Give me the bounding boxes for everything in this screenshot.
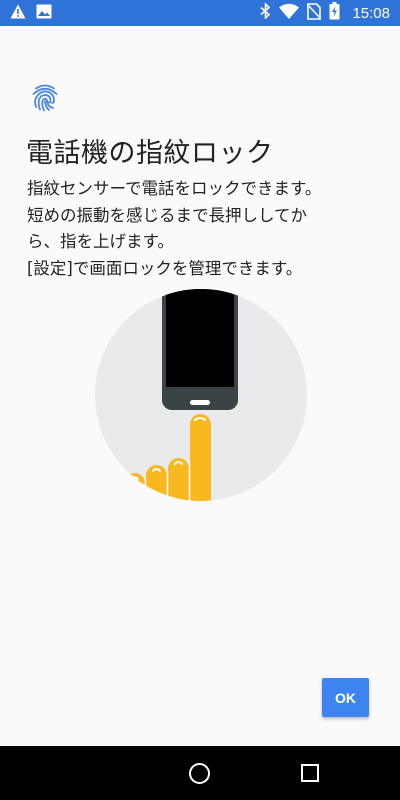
image-icon — [36, 4, 52, 23]
status-left-icons — [10, 4, 52, 23]
wifi-icon — [279, 3, 300, 23]
navigation-bar — [0, 746, 400, 800]
status-time: 15:08 — [352, 4, 390, 22]
status-bar: 15:08 — [0, 0, 400, 26]
home-icon[interactable] — [189, 763, 210, 784]
description-text: 指紋センサーで電話をロックできます。 短めの振動を感じるまで長押ししてか ら、指… — [27, 176, 377, 282]
warning-icon — [10, 4, 26, 23]
description-line: ら、指を上げます。 — [27, 232, 174, 251]
ok-button[interactable]: OK — [322, 678, 369, 717]
fingerprint-lock-screen: 15:08 電話機の指紋ロック 指紋センサーで電話をロックできます。 短めの振動… — [0, 0, 400, 800]
page-title: 電話機の指紋ロック — [26, 138, 274, 169]
status-right-icons: 15:08 — [260, 2, 390, 24]
description-line: 指紋センサーで電話をロックできます。 — [27, 179, 322, 198]
description-line: 短めの振動を感じるまで長押ししてか — [27, 205, 308, 225]
description-line: [設定]で画面ロックを管理できます。 — [27, 258, 303, 278]
recents-icon[interactable] — [301, 764, 319, 782]
bluetooth-icon — [260, 2, 271, 23]
battery-charging-icon — [329, 2, 340, 24]
no-sim-icon — [306, 2, 323, 24]
fingerprint-icon — [30, 82, 60, 112]
finger-on-phone-sensor-illustration — [95, 289, 307, 501]
